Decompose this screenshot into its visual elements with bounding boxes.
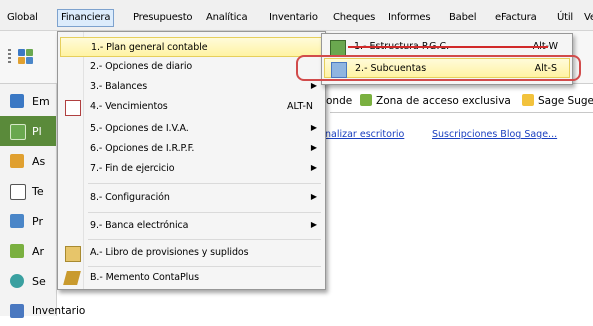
comment-icon: [522, 94, 534, 106]
menu-separator: [88, 266, 321, 267]
menu-item-banca-electronica[interactable]: 9.- Banca electrónica ▶: [60, 216, 323, 236]
menu-item-opciones-iva[interactable]: 5.- Opciones de I.V.A. ▶: [60, 119, 323, 139]
menu-item-label: 2.- Opciones de diario: [90, 61, 193, 72]
shortcut-label: ALT-N: [287, 101, 313, 112]
menu-item-label: B.- Memento ContaPlus: [90, 272, 199, 283]
menu-inventario[interactable]: Inventario: [266, 10, 321, 26]
sidebar: Em Pl As Te Pr Ar Se Inventario: [0, 84, 85, 318]
building-icon: [10, 94, 24, 108]
menu-item-label: 8.- Configuración: [90, 192, 170, 203]
highlight-annotation: [296, 55, 581, 81]
sidebar-item-label: Em: [32, 95, 50, 108]
menu-informes[interactable]: Informes: [385, 10, 433, 26]
analysis-icon: [10, 244, 24, 258]
tab-sage-sugerencias[interactable]: Sage Sugere: [522, 92, 593, 110]
menu-presupuesto[interactable]: Presupuesto: [130, 10, 195, 26]
menu-item-label: 4.- Vencimientos: [90, 101, 168, 112]
menu-item-balances[interactable]: 3.- Balances ▶: [60, 77, 323, 97]
tab-label: Zona de acceso exclusiva: [376, 95, 511, 107]
menu-item-label: 9.- Banca electrónica: [90, 220, 189, 231]
menu-item-label: 5.- Opciones de I.V.A.: [90, 123, 189, 134]
menu-item-libro-provisiones[interactable]: A.- Libro de provisiones y suplidos: [60, 243, 323, 263]
menu-separator: [88, 212, 321, 213]
submenu-arrow-icon: ▶: [310, 123, 317, 132]
tab-zona-acceso[interactable]: Zona de acceso exclusiva: [360, 92, 511, 110]
sidebar-item-label: Inventario: [32, 305, 86, 317]
tab-label: Sage Sugere: [538, 95, 593, 107]
submenu-arrow-icon: ▶: [310, 192, 317, 201]
menu-item-label: 7.- Fin de ejercicio: [90, 163, 175, 174]
menu-item-label: 3.- Balances: [90, 81, 148, 92]
app-logo-icon[interactable]: [18, 49, 34, 65]
menu-separator: [88, 183, 321, 184]
menu-efactura[interactable]: eFactura: [492, 10, 540, 26]
financiera-dropdown: 1.- Plan general contable 2.- Opciones d…: [57, 31, 326, 290]
calendar-icon: [65, 100, 81, 116]
menu-item-opciones-irpf[interactable]: 6.- Opciones de I.R.P.F. ▶: [60, 139, 323, 159]
gear-icon: [10, 274, 24, 288]
menu-item-label: A.- Libro de provisiones y suplidos: [90, 247, 249, 258]
chart-icon: [10, 154, 24, 168]
sidebar-item-plan[interactable]: Pl: [0, 116, 56, 146]
menu-item-fin-ejercicio[interactable]: 7.- Fin de ejercicio ▶: [60, 159, 323, 179]
menu-item-label: 6.- Opciones de I.R.P.F.: [90, 143, 195, 154]
safe-icon: [10, 184, 26, 200]
toolbar-grip-icon[interactable]: [8, 49, 11, 63]
menu-item-label: 1.- Plan general contable: [91, 42, 208, 53]
menu-separator: [88, 239, 321, 240]
leaf-icon: [360, 94, 372, 106]
menu-analitica[interactable]: Analítica: [203, 10, 250, 26]
menu-item-memento[interactable]: B.- Memento ContaPlus: [60, 268, 323, 288]
suscripciones-blog-link[interactable]: Suscripciones Blog Sage...: [432, 129, 557, 140]
menu-item-plan-general[interactable]: 1.- Plan general contable: [60, 37, 323, 57]
menu-financiera[interactable]: Financiera: [57, 9, 115, 27]
menu-item-opciones-diario[interactable]: 2.- Opciones de diario: [60, 57, 323, 77]
sidebar-item-inventario[interactable]: Inventario: [0, 296, 120, 326]
sidebar-item-label: Ar: [32, 245, 45, 258]
content-tabs: onde Zona de acceso exclusiva Sage Suger…: [326, 88, 593, 113]
menu-ve[interactable]: Ve: [581, 10, 593, 26]
sidebar-item-label: Pl: [32, 125, 42, 138]
menu-babel[interactable]: Babel: [446, 10, 479, 26]
menu-global[interactable]: Global: [4, 10, 41, 26]
plan-icon: [10, 124, 26, 140]
menu-item-configuracion[interactable]: 8.- Configuración ▶: [60, 188, 323, 208]
memento-book-icon: [63, 271, 81, 285]
sidebar-item-label: Te: [32, 185, 44, 198]
sidebar-item-label: As: [32, 155, 46, 168]
submenu-arrow-icon: ▶: [310, 81, 317, 90]
people-icon: [10, 214, 24, 228]
menu-bar: Global Financiera Presupuesto Analítica …: [0, 0, 593, 31]
submenu-arrow-icon: ▶: [310, 163, 317, 172]
menu-util[interactable]: Útil: [554, 10, 576, 26]
strikethrough-annotation: [348, 46, 548, 48]
sidebar-item-label: Se: [32, 275, 46, 288]
book-icon: [65, 246, 81, 262]
menu-cheques[interactable]: Cheques: [330, 10, 378, 26]
structure-icon: [330, 40, 346, 56]
submenu-arrow-icon: ▶: [310, 220, 317, 229]
tab-donde[interactable]: onde: [326, 92, 352, 110]
menu-item-vencimientos[interactable]: 4.- Vencimientos ALT-N: [60, 97, 323, 117]
sidebar-item-label: Pr: [32, 215, 43, 228]
submenu-arrow-icon: ▶: [310, 143, 317, 152]
personalizar-escritorio-link[interactable]: nalizar escritorio: [325, 129, 404, 140]
